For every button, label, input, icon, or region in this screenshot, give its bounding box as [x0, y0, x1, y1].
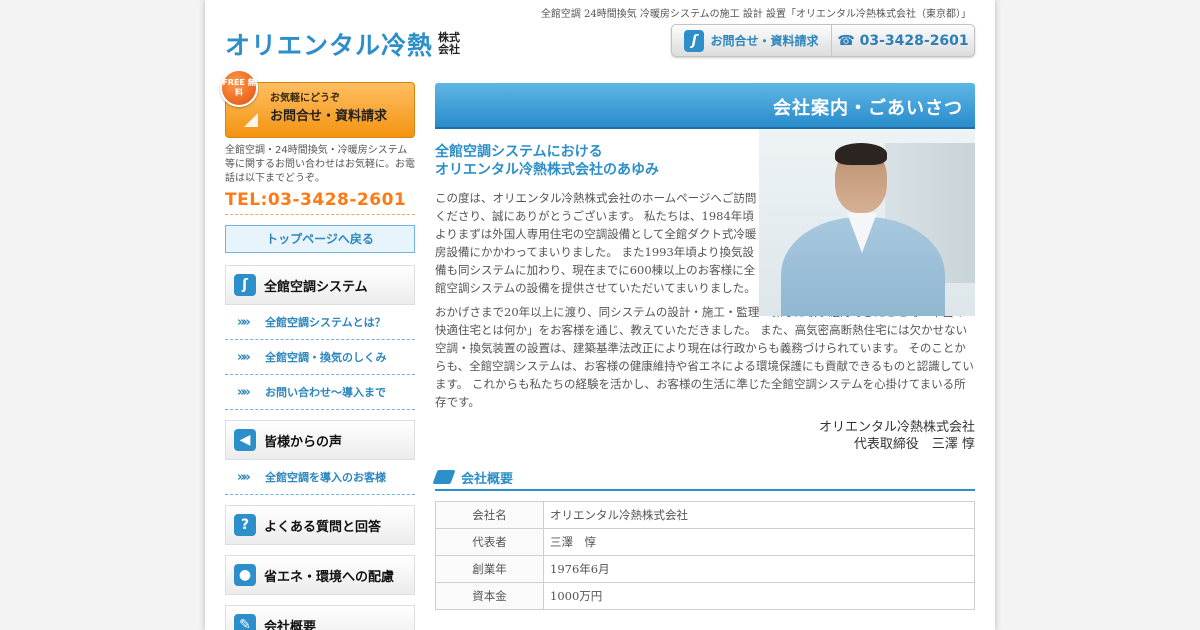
sidebar-phone: TEL:03-3428-2601	[225, 190, 415, 215]
table-value: 三澤 惇	[543, 528, 975, 556]
pencil-icon	[432, 470, 456, 484]
signature-person: 代表取締役 三澤 惇	[853, 437, 975, 452]
menu-item-customers[interactable]: »» 全館空調を導入のお客様	[225, 460, 415, 495]
menu-zenkan-label: 全館空調システム	[264, 279, 368, 295]
menu-zenkan[interactable]: ʃ 全館空調システム	[225, 265, 415, 305]
menu-eco[interactable]: ● 省エネ・環境への配慮	[225, 555, 415, 595]
menu-company[interactable]: ✎ 会社概要	[225, 605, 415, 630]
menu-eco-label: 省エネ・環境への配慮	[264, 569, 395, 585]
table-key: 代表者	[435, 528, 544, 556]
signature: オリエンタル冷熱株式会社 代表取締役 三澤 惇	[435, 419, 975, 453]
banner-subtext: お気軽にどうぞ	[270, 93, 340, 104]
back-to-top-button[interactable]: トップページへ戻る	[225, 225, 415, 253]
phone-button[interactable]: ☎ 03-3428-2601	[832, 25, 974, 56]
subtitle-line-1: 全館空調システムにおける	[435, 144, 603, 160]
page: 全館空調 24時間換気 冷暖房システムの施工 設計 設置「オリエンタル冷熱株式会…	[205, 0, 995, 630]
logo-text: オリエンタル冷熱	[225, 31, 434, 60]
menu-item-label: 全館空調・換気のしくみ	[265, 351, 387, 364]
logo-suffix: 株式会社	[438, 31, 461, 56]
table-key: 会社名	[435, 501, 544, 529]
sidebar-menu: ʃ 全館空調システム »» 全館空調システムとは？ »» 全館空調・換気のしくみ…	[225, 265, 415, 630]
site-tagline: 全館空調 24時間換気 冷暖房システムの施工 設計 設置「オリエンタル冷熱株式会…	[540, 9, 971, 20]
signature-company: オリエンタル冷熱株式会社	[818, 420, 975, 435]
double-chevron-icon: »»	[237, 349, 251, 365]
table-value: 1000万円	[543, 582, 975, 610]
company-mark-icon: ʃ	[234, 274, 256, 296]
main-content: 会社案内・ごあいさつ 全館空調システムにおける オリエンタル冷熱株式会社のあゆみ…	[432, 83, 975, 610]
table-value: 1976年6月	[543, 555, 975, 583]
question-icon: ?	[234, 514, 256, 536]
site-logo[interactable]: オリエンタル冷熱 株式会社	[225, 26, 464, 62]
double-chevron-icon: »»	[237, 384, 251, 400]
company-overview-table: 会社名 オリエンタル冷熱株式会社 代表者 三澤 惇 創業年 1976年6月 資本…	[435, 501, 975, 610]
menu-faq-label: よくある質問と回答	[264, 519, 382, 535]
page-title: 会社案内・ごあいさつ	[435, 83, 975, 129]
menu-item-label: 全館空調を導入のお客様	[265, 471, 386, 484]
subtitle-line-2: オリエンタル冷熱株式会社のあゆみ	[435, 162, 659, 178]
speaker-icon: ◀	[234, 429, 256, 451]
menu-item-label: 全館空調システムとは？	[265, 316, 386, 329]
contact-button[interactable]: ʃ お問合せ・資料請求	[672, 25, 832, 56]
menu-voice-group: »» 全館空調を導入のお客様	[225, 460, 415, 495]
table-row: 会社名 オリエンタル冷熱株式会社	[435, 501, 975, 529]
menu-item-label: お問い合わせ〜導入まで	[265, 386, 386, 399]
table-value: オリエンタル冷熱株式会社	[543, 501, 975, 529]
menu-voice[interactable]: ◀ 皆様からの声	[225, 420, 415, 460]
menu-item-mechanism[interactable]: »» 全館空調・換気のしくみ	[225, 340, 415, 375]
greeting-paragraph-1: この度は、オリエンタル冷熱株式会社のホームページへご訪問くださり、誠にありがとう…	[435, 191, 757, 295]
banner-title: お問合せ・資料請求	[270, 109, 388, 124]
drop-icon: ●	[234, 564, 256, 586]
sidebar: FREE 無料 お気軽にどうぞ お問合せ・資料請求 全館空調・24時間換気・冷暖…	[220, 69, 415, 630]
pencil-icon: ✎	[234, 614, 256, 630]
table-row: 代表者 三澤 惇	[435, 528, 975, 556]
table-row: 創業年 1976年6月	[435, 555, 975, 583]
contact-button-label: お問合せ・資料請求	[710, 34, 819, 48]
sidebar-note: 全館空調・24時間換気・冷暖房システム等に関するお問い合わせはお気軽に。お電話は…	[225, 145, 415, 184]
overview-title: 会社概要	[461, 471, 514, 487]
menu-item-inquiry-flow[interactable]: »» お問い合わせ〜導入まで	[225, 375, 415, 410]
menu-item-what-is[interactable]: »» 全館空調システムとは？	[225, 305, 415, 340]
double-chevron-icon: »»	[237, 469, 251, 485]
president-photo	[759, 129, 975, 316]
greeting-paragraph-2: おかげさまで20年以上に渡り、同システムの設計・施工・監理・保守に取り組んできた…	[435, 305, 974, 409]
menu-zenkan-group: »» 全館空調システムとは？ »» 全館空調・換気のしくみ »» お問い合わせ〜…	[225, 305, 415, 410]
contact-banner[interactable]: FREE 無料 お気軽にどうぞ お問合せ・資料請求	[220, 69, 415, 138]
table-key: 資本金	[435, 582, 544, 610]
company-mark-icon: ʃ	[684, 29, 705, 52]
table-row: 資本金 1000万円	[435, 582, 975, 610]
double-chevron-icon: »»	[237, 314, 251, 330]
arrow-icon	[244, 113, 258, 127]
free-badge: FREE 無料	[220, 69, 258, 107]
menu-company-label: 会社概要	[264, 619, 317, 630]
section-subtitle: 全館空調システムにおける オリエンタル冷熱株式会社のあゆみ	[435, 143, 755, 179]
overview-heading: 会社概要	[432, 465, 975, 491]
table-key: 創業年	[435, 555, 544, 583]
menu-faq[interactable]: ? よくある質問と回答	[225, 505, 415, 545]
header-buttons: ʃ お問合せ・資料請求 ☎ 03-3428-2601	[671, 24, 975, 57]
menu-voice-label: 皆様からの声	[264, 434, 343, 450]
